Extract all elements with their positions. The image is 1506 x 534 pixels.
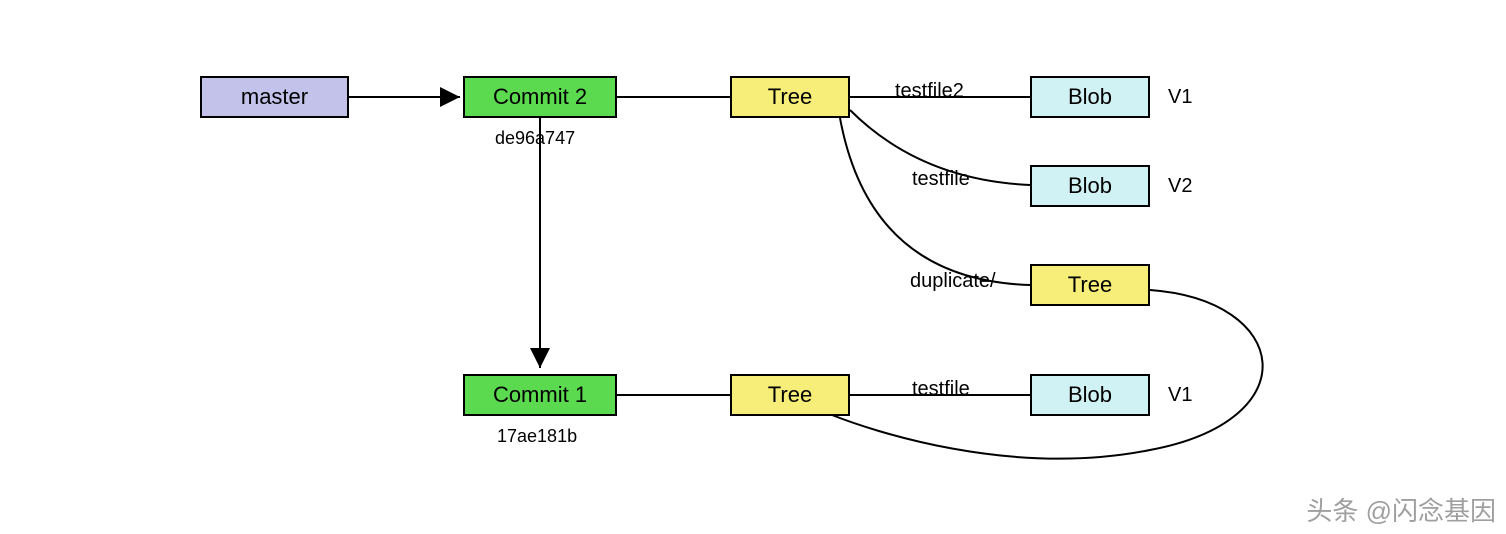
edge-label-testfile2: testfile2 [895,80,964,103]
blob-2-version: V2 [1168,175,1192,198]
commit-1: Commit 1 [463,374,617,416]
commit-2: Commit 2 [463,76,617,118]
blob-label: Blob [1068,84,1112,110]
blob-2: Blob [1030,165,1150,207]
tree-label: Tree [1068,272,1112,298]
branch-master: master [200,76,349,118]
blob-3-version: V1 [1168,384,1192,407]
edge-label-duplicate: duplicate/ [910,270,996,293]
tree-bottom: Tree [730,374,850,416]
blob-label: Blob [1068,382,1112,408]
edge-label-testfile-mid: testfile [912,168,970,191]
blob-1-version: V1 [1168,86,1192,109]
commit-label: Commit 1 [493,382,587,408]
tree-label: Tree [768,84,812,110]
commit-label: Commit 2 [493,84,587,110]
tree-top: Tree [730,76,850,118]
branch-label: master [241,84,308,110]
edge-label-testfile-bot: testfile [912,378,970,401]
tree-duplicate: Tree [1030,264,1150,306]
blob-1: Blob [1030,76,1150,118]
blob-label: Blob [1068,173,1112,199]
watermark: 头条 @闪念基因 [1306,491,1496,528]
tree-label: Tree [768,382,812,408]
commit-1-hash: 17ae181b [497,426,577,447]
blob-3: Blob [1030,374,1150,416]
commit-2-hash: de96a747 [495,128,575,149]
